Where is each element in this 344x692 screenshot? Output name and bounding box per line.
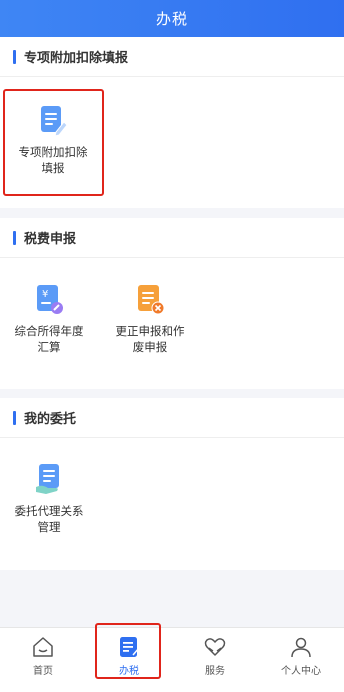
delegation-management-item[interactable]: 委托代理关系管理	[3, 463, 95, 535]
page-title: 办税	[155, 10, 188, 28]
heart-hands-icon	[204, 638, 226, 656]
section-header: 我的委托	[0, 398, 344, 438]
item-label: 专项附加扣除填报	[18, 145, 88, 175]
item-label: 委托代理关系管理	[14, 504, 84, 534]
tab-services[interactable]: 服务	[172, 628, 258, 692]
tab-tax[interactable]: 办税	[86, 628, 172, 692]
section-accent-bar	[13, 49, 16, 64]
document-cancel-icon	[138, 285, 165, 315]
section-special-deduction: 专项附加扣除填报 专项附加扣除填报	[0, 37, 344, 208]
item-label: 综合所得年度汇算	[14, 324, 84, 354]
section-title: 税费申报	[24, 232, 77, 247]
document-edit-icon	[41, 106, 68, 136]
section-title: 我的委托	[24, 412, 77, 427]
tab-home[interactable]: 首页	[0, 628, 86, 692]
item-label: 更正申报和作废申报	[115, 324, 185, 354]
correction-declaration-item[interactable]: 更正申报和作废申报	[104, 283, 196, 355]
section-header: 税费申报	[0, 218, 344, 258]
tab-label: 服务	[205, 666, 225, 677]
section-accent-bar	[13, 230, 16, 245]
tab-label: 办税	[119, 666, 139, 677]
top-header: 办税	[0, 0, 344, 37]
tab-label: 首页	[33, 666, 53, 677]
tax-document-icon	[120, 637, 140, 657]
home-icon	[33, 637, 53, 657]
section-tax-declaration: 税费申报 ¥ 综合所得年度汇算 更正申报和作废申报	[0, 218, 344, 389]
tab-label: 个人中心	[281, 666, 321, 677]
annual-settlement-item[interactable]: ¥ 综合所得年度汇算	[3, 283, 95, 355]
section-my-delegation: 我的委托 委托代理关系管理	[0, 398, 344, 570]
person-icon	[291, 637, 311, 658]
section-header: 专项附加扣除填报	[0, 37, 344, 77]
document-hand-icon	[36, 464, 59, 494]
svg-text:¥: ¥	[42, 289, 48, 300]
section-accent-bar	[13, 410, 16, 425]
tab-profile[interactable]: 个人中心	[258, 628, 344, 692]
bottom-tab-bar: 首页 办税 服务 个人中心	[0, 627, 344, 692]
section-title: 专项附加扣除填报	[24, 51, 129, 66]
yuan-document-icon: ¥	[37, 285, 63, 314]
special-deduction-item[interactable]: 专项附加扣除填报	[7, 104, 99, 176]
